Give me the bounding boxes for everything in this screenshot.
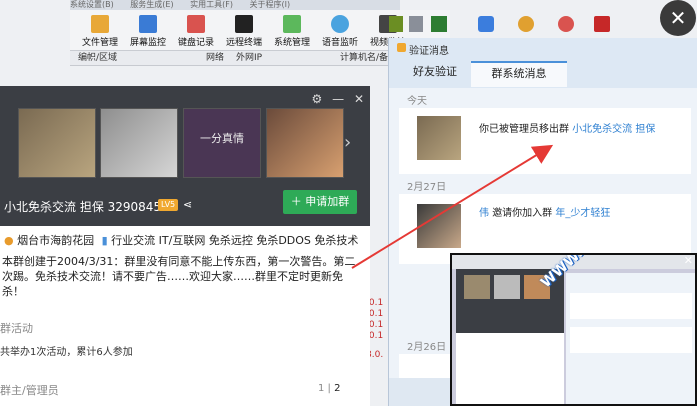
mini-thumb	[464, 275, 490, 299]
mini-message	[570, 327, 692, 353]
thumbnail-screenshot: ✕ WWW.HONGLANHACKER.COM 红蓝安全网	[450, 253, 697, 406]
mini-card-body	[456, 333, 564, 404]
mini-thumb	[494, 275, 520, 299]
close-icon[interactable]: ✕	[684, 255, 693, 267]
arrow-line	[351, 144, 554, 269]
mini-message	[570, 293, 692, 319]
